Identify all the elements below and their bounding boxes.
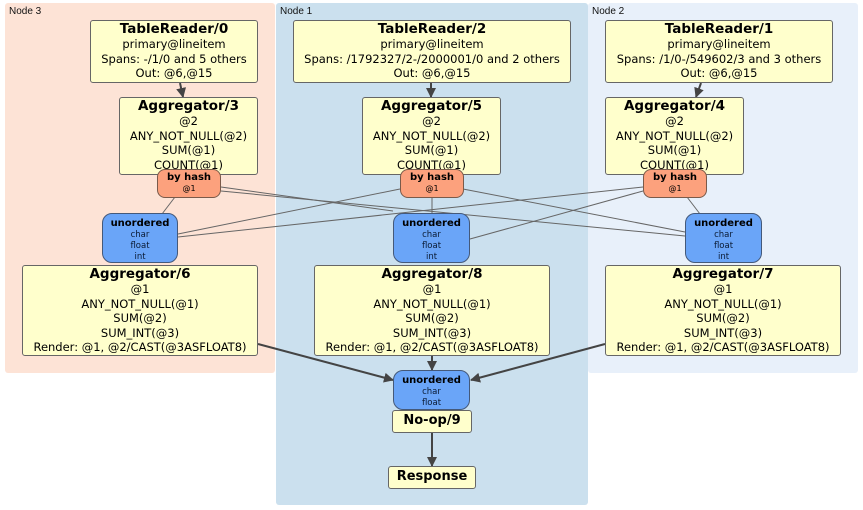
hash-router-5[interactable]: by hash @1 bbox=[400, 169, 464, 198]
synchronizer-title: unordered bbox=[694, 218, 753, 229]
processor-title: Aggregator/6 bbox=[89, 266, 191, 282]
processor-detail: @2 bbox=[179, 114, 198, 128]
cluster-label: Node 2 bbox=[592, 6, 625, 17]
processor-title: TableReader/1 bbox=[664, 21, 774, 37]
processor-detail: @1 bbox=[130, 282, 150, 296]
processor-detail: primary@lineitem bbox=[122, 37, 226, 51]
processor-detail: SUM_INT(@3) bbox=[683, 325, 763, 340]
processor-detail: primary@lineitem bbox=[380, 37, 484, 51]
processor-detail: @2 bbox=[422, 114, 441, 128]
processor-title: Aggregator/8 bbox=[381, 266, 483, 282]
router-title: by hash bbox=[652, 172, 698, 183]
synchronizer-title: unordered bbox=[110, 218, 170, 229]
processor-aggregator-7[interactable]: Aggregator/7 @1 ANY_NOT_NULL(@1) SUM(@2)… bbox=[605, 265, 841, 356]
processor-title: TableReader/2 bbox=[377, 21, 487, 37]
cluster-label: Node 1 bbox=[280, 6, 313, 17]
synchronizer-7[interactable]: unordered char float int bbox=[685, 213, 762, 263]
router-title: by hash bbox=[166, 172, 212, 183]
processor-detail: Spans: -/1/0 and 5 others bbox=[101, 51, 247, 66]
synchronizer-type: int bbox=[425, 252, 438, 262]
response-node[interactable]: Response bbox=[388, 466, 476, 489]
hash-router-3[interactable]: by hash @1 bbox=[157, 169, 221, 198]
synchronizer-type: char bbox=[714, 230, 733, 240]
processor-detail: SUM(@1) bbox=[647, 143, 702, 157]
synchronizer-6[interactable]: unordered char float int bbox=[102, 213, 178, 263]
processor-title: Aggregator/5 bbox=[380, 98, 483, 114]
processor-detail: Render: @1, @2/CAST(@3ASFLOAT8) bbox=[33, 340, 247, 354]
processor-title: TableReader/0 bbox=[119, 21, 229, 37]
synchronizer-type: float bbox=[713, 241, 734, 251]
synchronizer-type: float bbox=[421, 241, 442, 251]
processor-detail: SUM(@1) bbox=[404, 143, 459, 157]
processor-tablereader-2[interactable]: TableReader/2 primary@lineitem Spans: /1… bbox=[293, 20, 571, 83]
cluster-label: Node 3 bbox=[9, 6, 42, 17]
processor-detail: primary@lineitem bbox=[667, 37, 771, 51]
synchronizer-9[interactable]: unordered char float bbox=[393, 370, 470, 410]
processor-title: Aggregator/7 bbox=[672, 266, 774, 282]
processor-detail: SUM(@2) bbox=[696, 311, 750, 325]
processor-title: Response bbox=[396, 469, 468, 484]
processor-detail: ANY_NOT_NULL(@2) bbox=[129, 128, 248, 143]
processor-tablereader-0[interactable]: TableReader/0 primary@lineitem Spans: -/… bbox=[90, 20, 258, 83]
synchronizer-title: unordered bbox=[402, 218, 461, 229]
processor-aggregator-4[interactable]: Aggregator/4 @2 ANY_NOT_NULL(@2) SUM(@1)… bbox=[605, 97, 744, 175]
processor-detail: ANY_NOT_NULL(@1) bbox=[81, 296, 199, 311]
hash-router-4[interactable]: by hash @1 bbox=[643, 169, 707, 198]
router-title: by hash bbox=[409, 172, 455, 183]
processor-detail: @1 bbox=[422, 282, 442, 296]
router-column: @1 bbox=[182, 184, 196, 193]
processor-aggregator-8[interactable]: Aggregator/8 @1 ANY_NOT_NULL(@1) SUM(@2)… bbox=[314, 265, 550, 356]
processor-title: Aggregator/4 bbox=[623, 98, 726, 114]
processor-detail: SUM(@2) bbox=[405, 311, 459, 325]
processor-detail: SUM(@2) bbox=[113, 311, 167, 325]
processor-detail: Spans: /1792327/2-/2000001/0 and 2 other… bbox=[304, 51, 560, 66]
distsql-plan-diagram: Node 3 Node 1 Node 2 TableReader/0 prima… bbox=[0, 0, 863, 510]
synchronizer-type: float bbox=[421, 398, 442, 408]
processor-detail: ANY_NOT_NULL(@2) bbox=[615, 128, 734, 143]
processor-detail: ANY_NOT_NULL(@1) bbox=[664, 296, 782, 311]
router-column: @1 bbox=[425, 184, 439, 193]
processor-detail: @1 bbox=[713, 282, 733, 296]
processor-detail: Out: @6,@15 bbox=[135, 66, 213, 80]
processor-detail: SUM_INT(@3) bbox=[392, 325, 472, 340]
processor-tablereader-1[interactable]: TableReader/1 primary@lineitem Spans: /1… bbox=[605, 20, 833, 83]
synchronizer-type: int bbox=[717, 252, 730, 262]
processor-detail: Render: @1, @2/CAST(@3ASFLOAT8) bbox=[325, 340, 539, 354]
synchronizer-type: int bbox=[134, 252, 146, 262]
processor-aggregator-6[interactable]: Aggregator/6 @1 ANY_NOT_NULL(@1) SUM(@2)… bbox=[22, 265, 258, 356]
synchronizer-title: unordered bbox=[402, 375, 461, 386]
processor-detail: ANY_NOT_NULL(@2) bbox=[372, 128, 491, 143]
processor-aggregator-5[interactable]: Aggregator/5 @2 ANY_NOT_NULL(@2) SUM(@1)… bbox=[362, 97, 501, 175]
synchronizer-8[interactable]: unordered char float int bbox=[393, 213, 470, 263]
processor-aggregator-3[interactable]: Aggregator/3 @2 ANY_NOT_NULL(@2) SUM(@1)… bbox=[119, 97, 258, 175]
processor-detail: Out: @6,@15 bbox=[393, 66, 471, 80]
synchronizer-type: char bbox=[422, 230, 441, 240]
processor-detail: @2 bbox=[665, 114, 684, 128]
processor-detail: Spans: /1/0-/549602/3 and 3 others bbox=[616, 51, 822, 66]
processor-detail: SUM_INT(@3) bbox=[100, 325, 180, 340]
processor-detail: SUM(@1) bbox=[161, 143, 216, 157]
processor-detail: ANY_NOT_NULL(@1) bbox=[373, 296, 491, 311]
synchronizer-type: float bbox=[130, 241, 150, 251]
processor-title: Aggregator/3 bbox=[137, 98, 240, 114]
processor-detail: Render: @1, @2/CAST(@3ASFLOAT8) bbox=[616, 340, 830, 354]
processor-detail: Out: @6,@15 bbox=[680, 66, 758, 80]
processor-noop-9[interactable]: No-op/9 bbox=[392, 410, 472, 433]
synchronizer-type: char bbox=[130, 230, 150, 240]
synchronizer-type: char bbox=[422, 387, 441, 397]
processor-title: No-op/9 bbox=[403, 413, 461, 428]
router-column: @1 bbox=[668, 184, 682, 193]
